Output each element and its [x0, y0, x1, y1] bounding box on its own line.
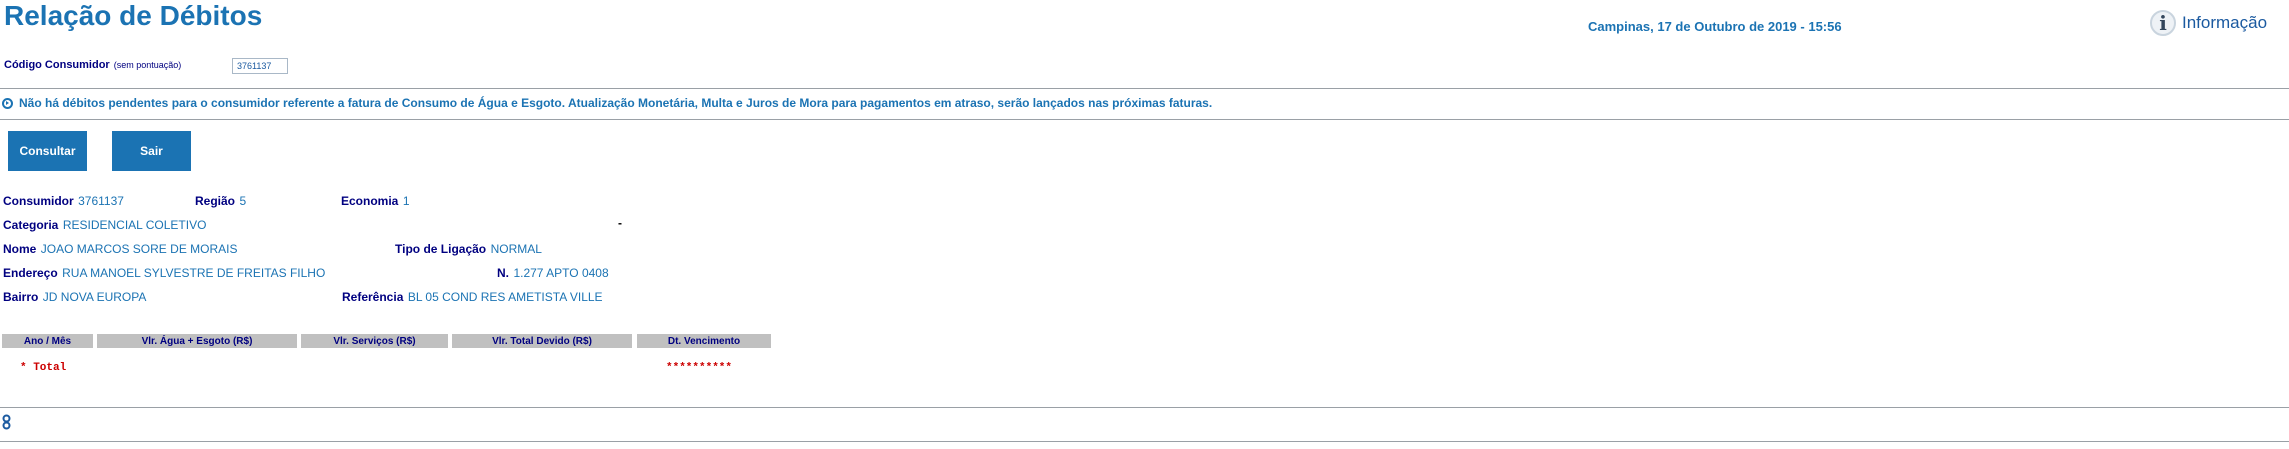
economia-label: Economia: [341, 194, 399, 208]
column-header-vencimento: Dt. Vencimento: [637, 334, 771, 348]
arrow-bullet-icon: [2, 97, 13, 109]
ligacao-field: Tipo de Ligação NORMAL: [395, 240, 542, 258]
categoria-value: RESIDENCIAL COLETIVO: [62, 218, 207, 232]
consumidor-value: 3761137: [78, 194, 124, 208]
message-row: Não há débitos pendentes para o consumid…: [2, 96, 1212, 110]
ligacao-label: Tipo de Ligação: [395, 242, 487, 256]
referencia-label: Referência: [342, 290, 404, 304]
regiao-label: Região: [195, 194, 236, 208]
categoria-field: Categoria RESIDENCIAL COLETIVO: [3, 216, 206, 234]
page-title: Relação de Débitos: [4, 0, 263, 31]
consumer-code-note: (sem pontuação): [113, 60, 182, 70]
total-label: * Total: [20, 362, 67, 374]
column-header-total-devido: Vlr. Total Devido (R$): [452, 334, 632, 348]
divider-message: [0, 119, 2289, 120]
economia-value: 1: [402, 194, 410, 208]
nome-value: JOAO MARCOS SORE DE MORAIS: [40, 242, 238, 256]
referencia-value: BL 05 COND RES AMETISTA VILLE: [407, 290, 603, 304]
info-label: Informação: [2182, 13, 2268, 32]
info-icon: i: [2150, 10, 2176, 36]
endereco-value: RUA MANOEL SYLVESTRE DE FREITAS FILHO: [62, 266, 326, 280]
bairro-value: JD NOVA EUROPA: [42, 290, 147, 304]
numero-value: 1.277 APTO 0408: [513, 266, 609, 280]
consumer-code-label-row: Código Consumidor (sem pontuação): [4, 59, 181, 71]
column-header-servicos: Vlr. Serviços (R$): [301, 334, 448, 348]
link-icon: [2, 414, 11, 430]
regiao-value: 5: [239, 194, 247, 208]
divider-bottom: [0, 407, 2289, 408]
economia-field: Economia 1: [341, 192, 410, 210]
endereco-field: Endereço RUA MANOEL SYLVESTRE DE FREITAS…: [3, 264, 325, 282]
consultar-button[interactable]: Consultar: [8, 131, 87, 171]
dash-text: -: [618, 216, 622, 230]
numero-field: N. 1.277 APTO 0408: [497, 264, 609, 282]
categoria-label: Categoria: [3, 218, 59, 232]
info-button[interactable]: i Informação: [2150, 10, 2267, 36]
column-header-agua-esgoto: Vlr. Água + Esgoto (R$): [97, 334, 297, 348]
bairro-field: Bairro JD NOVA EUROPA: [3, 288, 146, 306]
divider-footer: [0, 441, 2289, 442]
bairro-label: Bairro: [3, 290, 39, 304]
referencia-field: Referência BL 05 COND RES AMETISTA VILLE: [342, 288, 603, 306]
divider-top: [0, 88, 2289, 89]
sair-button[interactable]: Sair: [112, 131, 191, 171]
column-header-ano-mes: Ano / Mês: [2, 334, 93, 348]
numero-label: N.: [497, 266, 509, 280]
consumer-code-input[interactable]: [232, 58, 288, 74]
regiao-field: Região 5: [195, 192, 246, 210]
nome-label: Nome: [3, 242, 37, 256]
ligacao-value: NORMAL: [490, 242, 542, 256]
consumidor-field: Consumidor 3761137: [3, 192, 124, 210]
total-value: **********: [666, 362, 733, 374]
datetime-text: Campinas, 17 de Outubro de 2019 - 15:56: [1588, 19, 1842, 34]
consumer-code-label: Código Consumidor: [4, 59, 110, 71]
endereco-label: Endereço: [3, 266, 58, 280]
nome-field: Nome JOAO MARCOS SORE DE MORAIS: [3, 240, 238, 258]
consumidor-label: Consumidor: [3, 194, 74, 208]
message-text: Não há débitos pendentes para o consumid…: [19, 96, 1213, 110]
